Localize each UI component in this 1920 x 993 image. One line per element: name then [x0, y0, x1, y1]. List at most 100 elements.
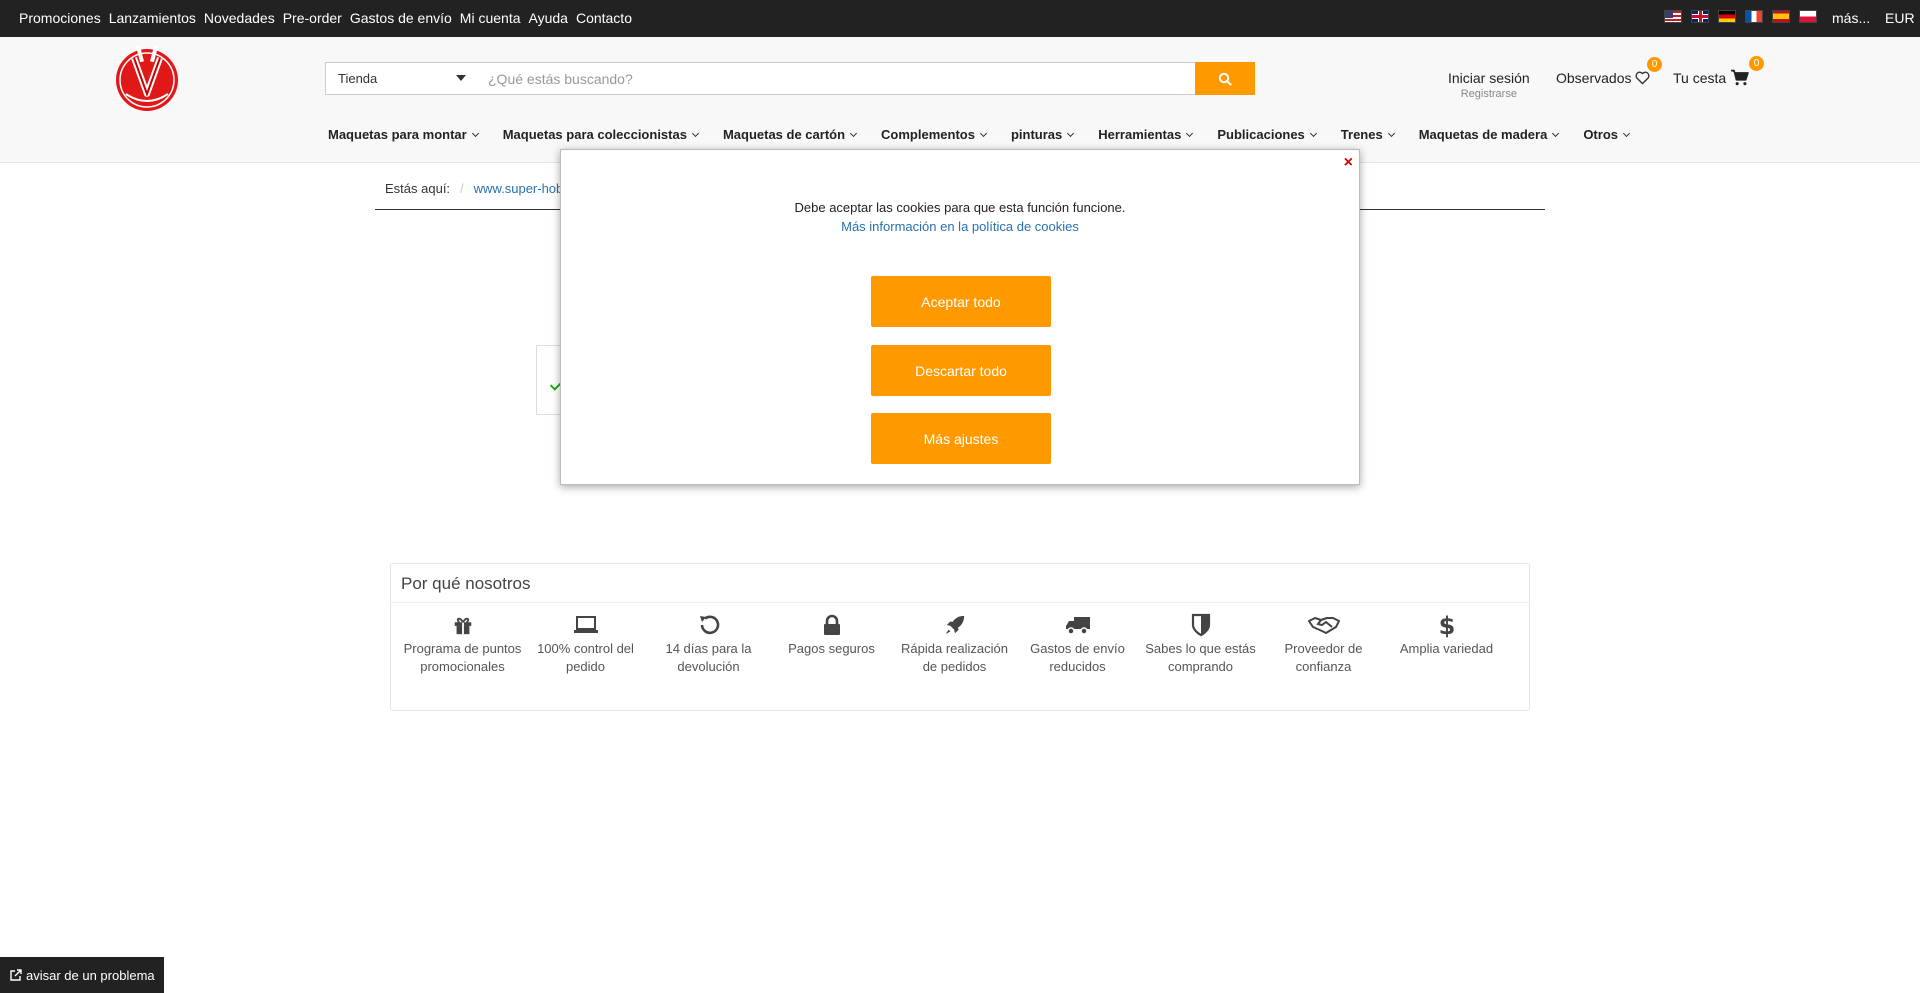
chevron-down-icon	[691, 129, 699, 137]
logo-icon	[116, 45, 178, 111]
why-us-title: Por qué nosotros	[391, 564, 1529, 603]
top-link-contacto[interactable]: Contacto	[576, 10, 632, 26]
breadcrumb-label: Estás aquí:	[385, 181, 451, 196]
nav-herramientas[interactable]: Herramientas	[1098, 127, 1194, 142]
chevron-down-icon	[1552, 129, 1560, 137]
top-link-ayuda[interactable]: Ayuda	[529, 10, 568, 26]
top-link-gastos-envio[interactable]: Gastos de envío	[350, 10, 452, 26]
nav-otros[interactable]: Otros	[1583, 127, 1631, 142]
nav-maquetas-montar[interactable]: Maquetas para montar	[328, 127, 479, 142]
feature-label: 14 días para la devolución	[665, 641, 752, 674]
top-link-lanzamientos[interactable]: Lanzamientos	[109, 10, 196, 26]
search-category-select[interactable]: Tienda	[326, 63, 476, 94]
nav-label: Complementos	[881, 127, 975, 142]
feature-item: Programa de puntos promocionales	[401, 612, 524, 676]
cart-label: Tu cesta	[1673, 69, 1727, 86]
watchlist-label: Observados	[1556, 70, 1632, 86]
nav-pinturas[interactable]: pinturas	[1010, 127, 1075, 142]
nav-maquetas-madera[interactable]: Maquetas de madera	[1418, 127, 1560, 142]
feature-label: Pagos seguros	[788, 641, 875, 656]
language-flags	[1664, 10, 1817, 23]
why-us-features: Programa de puntos promocionales 100% co…	[401, 612, 1508, 676]
chevron-down-icon	[850, 129, 858, 137]
feature-label: Sabes lo que estás comprando	[1145, 641, 1256, 674]
undo-icon	[699, 615, 719, 635]
cookie-message: Debe aceptar las cookies para que esta f…	[794, 200, 1126, 215]
shield-icon	[1191, 613, 1210, 637]
feature-label: Rápida realización de pedidos	[901, 641, 1008, 674]
feature-item: Pagos seguros	[770, 612, 893, 676]
chevron-down-icon	[979, 129, 987, 137]
report-problem-button[interactable]: avisar de un problema	[0, 957, 164, 993]
nav-label: Otros	[1583, 127, 1618, 142]
nav-label: Publicaciones	[1217, 127, 1305, 142]
main-nav: Maquetas para montar Maquetas para colec…	[328, 127, 1631, 142]
accept-all-button[interactable]: Aceptar todo	[871, 276, 1051, 327]
nav-label: pinturas	[1010, 127, 1063, 142]
currency-selector[interactable]: EUR	[1885, 10, 1915, 26]
flag-pl-icon[interactable]	[1799, 10, 1817, 23]
top-link-mi-cuenta[interactable]: Mi cuenta	[460, 10, 521, 26]
breadcrumb-home-link[interactable]: www.super-hob	[474, 181, 564, 196]
reject-all-button[interactable]: Descartar todo	[871, 345, 1051, 396]
nav-label: Herramientas	[1098, 127, 1182, 142]
flag-de-icon[interactable]	[1718, 10, 1736, 23]
flag-gb-icon[interactable]	[1691, 10, 1709, 23]
svg-text:$: $	[1439, 612, 1455, 638]
nav-label: Maquetas para montar	[328, 127, 467, 142]
chevron-down-icon	[1622, 129, 1631, 137]
account-block[interactable]: Iniciar sesión Registrarse	[1448, 70, 1530, 100]
cart-count-badge: 0	[1749, 56, 1764, 71]
feature-item: 100% control del pedido	[524, 612, 647, 676]
chevron-down-icon	[1309, 129, 1317, 137]
external-link-icon	[10, 969, 22, 981]
breadcrumb-separator: /	[460, 181, 464, 196]
feature-item: 14 días para la devolución	[647, 612, 770, 676]
feature-label: Programa de puntos promocionales	[403, 641, 522, 674]
more-settings-button[interactable]: Más ajustes	[871, 413, 1051, 464]
search-bar: Tienda	[325, 62, 1255, 95]
nav-trenes[interactable]: Trenes	[1340, 127, 1395, 142]
feature-item: Rápida realización de pedidos	[893, 612, 1016, 676]
chevron-down-icon	[1186, 129, 1194, 137]
flag-fr-icon[interactable]	[1745, 10, 1763, 23]
watchlist-link[interactable]: Observados 0	[1556, 57, 1662, 86]
search-icon	[1218, 72, 1232, 86]
feature-label: Gastos de envío reducidos	[1030, 641, 1125, 674]
search-input[interactable]	[476, 63, 1196, 94]
feature-item: Proveedor de confianza	[1262, 612, 1385, 676]
search-button[interactable]	[1195, 62, 1255, 95]
chevron-down-icon	[471, 129, 479, 137]
register-link[interactable]: Registrarse	[1448, 88, 1530, 100]
feature-item: Sabes lo que estás comprando	[1139, 612, 1262, 676]
feature-label: Amplia variedad	[1399, 641, 1494, 656]
heart-icon	[1635, 71, 1651, 85]
nav-complementos[interactable]: Complementos	[881, 127, 987, 142]
nav-label: Maquetas de cartón	[722, 127, 846, 142]
feature-item: Gastos de envío reducidos	[1016, 612, 1139, 676]
chevron-down-icon	[1067, 129, 1075, 137]
more-languages-link[interactable]: más...	[1832, 10, 1870, 26]
report-problem-label: avisar de un problema	[26, 967, 155, 983]
nav-label: Maquetas de madera	[1418, 127, 1548, 142]
feature-label: 100% control del pedido	[537, 641, 634, 674]
nav-maquetas-coleccionistas[interactable]: Maquetas para coleccionistas	[503, 127, 699, 142]
site-logo[interactable]	[114, 42, 180, 112]
top-link-promociones[interactable]: Promociones	[19, 10, 101, 26]
cookie-policy-link[interactable]: Más información en la política de cookie…	[561, 219, 1359, 234]
feature-label: Proveedor de confianza	[1284, 641, 1363, 674]
header: Tienda Iniciar sesión Registrarse Observ…	[0, 37, 1920, 163]
close-icon[interactable]: ×	[1344, 154, 1353, 172]
cart-link[interactable]: Tu cesta 0	[1673, 56, 1764, 86]
top-bar: Promociones Lanzamientos Novedades Pre-o…	[0, 0, 1920, 37]
top-link-pre-order[interactable]: Pre-order	[283, 10, 342, 26]
flag-us-icon[interactable]	[1664, 10, 1682, 23]
nav-maquetas-carton[interactable]: Maquetas de cartón	[722, 127, 858, 142]
top-link-novedades[interactable]: Novedades	[204, 10, 275, 26]
truck-icon	[1065, 617, 1090, 635]
dollar-icon: $	[1439, 612, 1455, 638]
nav-label: Trenes	[1340, 127, 1383, 142]
flag-es-icon[interactable]	[1772, 10, 1790, 23]
login-link[interactable]: Iniciar sesión	[1448, 70, 1530, 86]
nav-publicaciones[interactable]: Publicaciones	[1217, 127, 1317, 142]
